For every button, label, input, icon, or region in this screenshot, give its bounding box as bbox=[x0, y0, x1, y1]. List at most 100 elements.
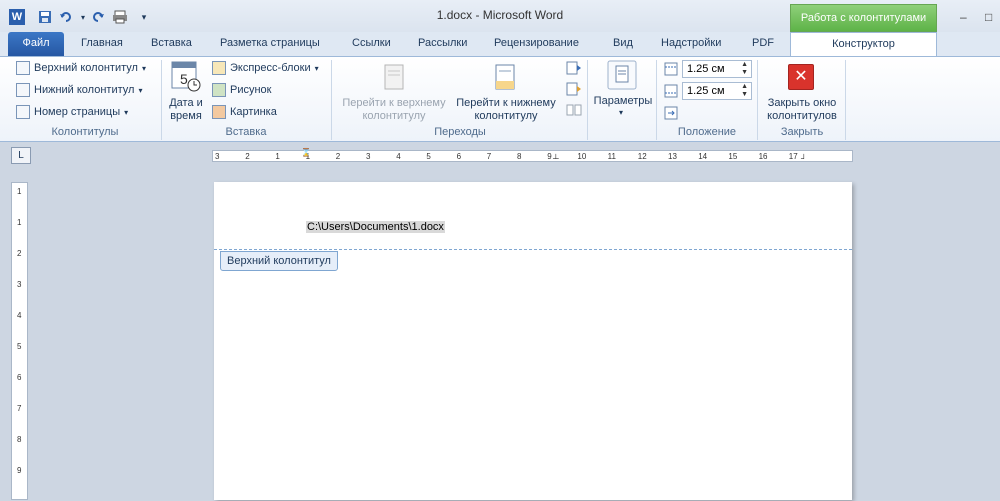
footer-dropdown-button[interactable]: Нижний колонтитул ▾ bbox=[16, 83, 142, 97]
group-separator bbox=[161, 60, 162, 140]
ruler-tick-label: 10 bbox=[577, 152, 587, 161]
left-indent-marker-icon[interactable]: ⌛ bbox=[301, 148, 311, 157]
header-field-text[interactable]: C:\Users\Documents\1.docx bbox=[306, 221, 445, 233]
options-button[interactable]: Параметры bbox=[590, 95, 656, 108]
document-page[interactable]: C:\Users\Documents\1.docx Верхний колонт… bbox=[214, 182, 852, 500]
insert-alignment-tab-icon[interactable] bbox=[664, 106, 680, 123]
ruler-tick-label: 1 bbox=[17, 218, 22, 227]
ruler-tick-label: 3 bbox=[215, 152, 220, 161]
page-number-label: Номер страницы bbox=[34, 106, 121, 118]
group-separator bbox=[331, 60, 332, 140]
date-time-label: Дата и время bbox=[169, 97, 203, 122]
tab-home[interactable]: Главная bbox=[81, 37, 123, 49]
goto-footer-icon bbox=[494, 63, 518, 94]
goto-footer-button[interactable]: Перейти к нижнему колонтитулу bbox=[451, 97, 561, 123]
ruler-tick-label: 12 bbox=[637, 152, 647, 161]
page-number-dropdown-button[interactable]: Номер страницы ▾ bbox=[16, 105, 128, 119]
ruler-tick-label: 9 bbox=[547, 152, 552, 161]
footer-icon bbox=[16, 83, 30, 97]
spinner-arrows-icon[interactable]: ▲ ▼ bbox=[741, 61, 748, 77]
tab-review[interactable]: Рецензирование bbox=[494, 37, 579, 49]
ruler-tick-label: 16 bbox=[758, 152, 768, 161]
group-label-insert: Вставка bbox=[225, 126, 267, 138]
close-header-footer-button[interactable]: Закрыть окно колонтитулов bbox=[762, 97, 842, 123]
footer-position-value: 1.25 см bbox=[687, 85, 725, 97]
horizontal-ruler[interactable]: 3 2 1 1 2 3 4 5 6 7 8 9 10 11 12 13 14 15 16 17 ⌛ ┴ ┘ bbox=[212, 148, 853, 163]
quick-parts-button[interactable]: Экспресс-блоки ▾ bbox=[212, 61, 319, 75]
ruler-tick-label: 2 bbox=[17, 249, 22, 258]
group-label-close: Закрыть bbox=[780, 126, 824, 138]
chevron-down-icon: ▾ bbox=[619, 108, 624, 117]
ruler-tick-label: 13 bbox=[668, 152, 677, 161]
ruler-tick-label: 6 bbox=[17, 373, 22, 382]
header-boundary-line bbox=[214, 249, 852, 250]
group-separator bbox=[587, 60, 588, 140]
tab-design[interactable]: Конструктор bbox=[790, 32, 937, 57]
header-icon bbox=[16, 61, 30, 75]
ruler-tick-label: 15 bbox=[728, 152, 738, 161]
header-dropdown-button[interactable]: Верхний колонтитул ▾ bbox=[16, 61, 146, 75]
tab-view[interactable]: Вид bbox=[613, 37, 633, 49]
ruler-tick-label: 7 bbox=[486, 152, 492, 161]
title-bar: W ▾ ▾ 1.docx - Microsoft Word Работа с к… bbox=[0, 0, 1000, 32]
ruler-tick-label: 2 bbox=[245, 152, 250, 161]
maximize-button[interactable]: □ bbox=[985, 10, 992, 24]
previous-section-icon[interactable] bbox=[566, 61, 582, 78]
tab-pdf[interactable]: PDF bbox=[752, 37, 774, 49]
next-section-icon[interactable] bbox=[566, 82, 582, 99]
tab-mailings[interactable]: Рассылки bbox=[418, 37, 467, 49]
svg-text:5: 5 bbox=[180, 71, 188, 87]
tab-file[interactable]: Файл bbox=[8, 32, 64, 56]
link-to-previous-icon[interactable] bbox=[566, 103, 582, 120]
date-time-button[interactable]: 5 bbox=[170, 60, 202, 94]
group-label-position: Положение bbox=[677, 126, 737, 138]
minimize-button[interactable]: – bbox=[960, 10, 967, 24]
center-tab-icon[interactable]: ┴ bbox=[553, 154, 559, 163]
group-label-headers: Колонтитулы bbox=[51, 126, 119, 138]
footer-position-input[interactable]: 1.25 см ▲ ▼ bbox=[682, 82, 752, 100]
ruler-tick-label: 6 bbox=[456, 152, 462, 161]
footer-label: Нижний колонтитул bbox=[34, 84, 135, 96]
ruler-tick-label: 8 bbox=[517, 152, 522, 161]
ruler-tick-label: 1 bbox=[17, 187, 22, 196]
ruler-tick-label: 4 bbox=[396, 152, 401, 161]
footer-position-icon bbox=[664, 84, 680, 101]
header-label: Верхний колонтитул bbox=[34, 62, 138, 74]
ruler-tick-label: 9 bbox=[17, 466, 22, 475]
clipart-label: Картинка bbox=[230, 106, 277, 118]
picture-label: Рисунок bbox=[230, 84, 272, 96]
picture-button[interactable]: Рисунок bbox=[212, 83, 272, 97]
ruler-tick-label: 4 bbox=[17, 311, 22, 320]
spinner-arrows-icon[interactable]: ▲ ▼ bbox=[741, 83, 748, 99]
goto-header-button[interactable]: Перейти к верхнему колонтитулу bbox=[337, 97, 451, 123]
clipart-icon bbox=[212, 105, 226, 119]
quick-parts-icon bbox=[212, 61, 226, 75]
right-tab-icon[interactable]: ┘ bbox=[801, 154, 807, 163]
contextual-tab-group: Работа с колонтитулами bbox=[790, 4, 937, 32]
tab-insert[interactable]: Вставка bbox=[151, 37, 192, 49]
ruler-tick-label: 14 bbox=[698, 152, 708, 161]
quick-parts-label: Экспресс-блоки bbox=[230, 62, 311, 74]
ruler-tick-label: 11 bbox=[607, 152, 616, 161]
group-separator bbox=[845, 60, 846, 140]
chevron-down-icon: ▾ bbox=[138, 85, 143, 95]
calendar-icon: 5 bbox=[171, 61, 201, 92]
header-position-input[interactable]: 1.25 см ▲ ▼ bbox=[682, 60, 752, 78]
vertical-ruler-labels: 1 1 2 3 4 5 6 7 8 9 bbox=[12, 183, 29, 501]
ruler-tick-label: 2 bbox=[335, 152, 341, 161]
ruler-tick-label: 17 bbox=[788, 152, 798, 161]
tab-addins[interactable]: Надстройки bbox=[661, 37, 721, 49]
chevron-down-icon: ▾ bbox=[141, 63, 146, 73]
clipart-button[interactable]: Картинка bbox=[212, 105, 277, 119]
ruler-tick-label: 3 bbox=[17, 280, 22, 289]
tab-page-layout[interactable]: Разметка страницы bbox=[220, 37, 320, 49]
options-icon bbox=[607, 60, 637, 93]
ruler-tick-label: 3 bbox=[366, 152, 371, 161]
ruler-tick-label: 1 bbox=[275, 152, 280, 161]
tab-selector[interactable]: L bbox=[11, 147, 31, 164]
group-separator bbox=[656, 60, 657, 140]
group-label-navigation: Переходы bbox=[434, 126, 486, 138]
tab-references[interactable]: Ссылки bbox=[352, 37, 391, 49]
header-position-icon bbox=[664, 62, 680, 79]
vertical-ruler[interactable]: 1 1 2 3 4 5 6 7 8 9 bbox=[11, 182, 28, 500]
